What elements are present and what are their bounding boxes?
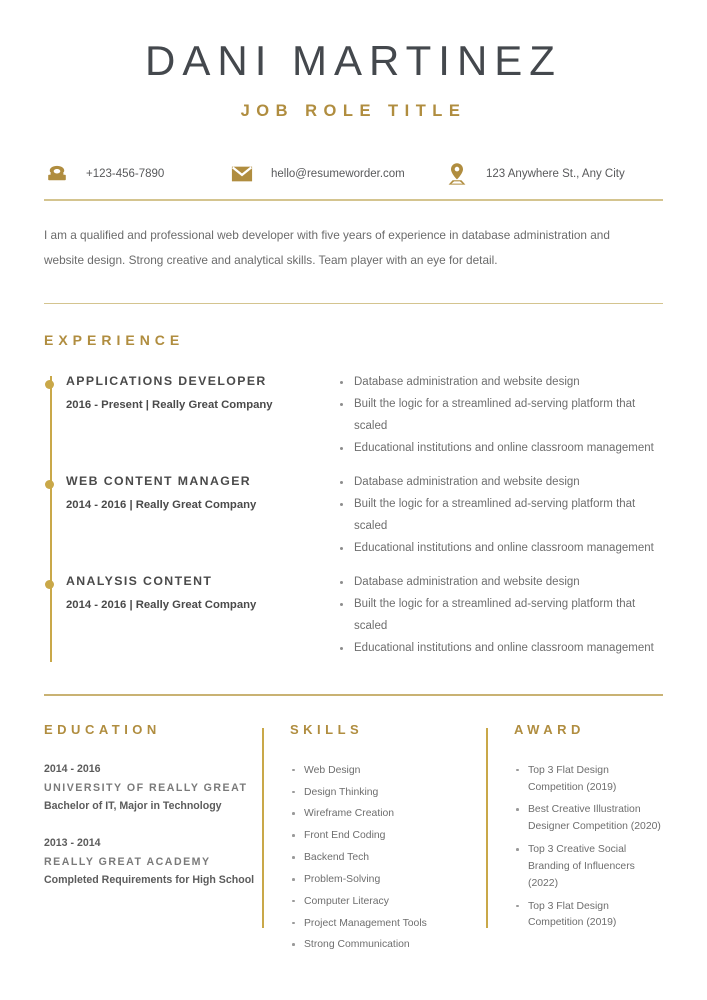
- experience-entry-right: Database administration and website desi…: [338, 572, 663, 672]
- experience-entry-right: Database administration and website desi…: [338, 472, 663, 572]
- list-item: Educational institutions and online clas…: [338, 638, 663, 659]
- list-item: Top 3 Flat Design Competition (2019): [514, 899, 663, 933]
- award-section: AWARD Top 3 Flat Design Competition (201…: [486, 722, 663, 960]
- experience-heading: EXPERIENCE: [44, 332, 185, 349]
- education-school: REALLY GREAT ACADEMY: [44, 855, 211, 868]
- experience-bullets: Database administration and website desi…: [338, 472, 663, 559]
- education-section: EDUCATION 2014 - 2016 UNIVERSITY OF REAL…: [44, 722, 262, 960]
- divider-under-summary: [44, 302, 663, 305]
- list-item: Database administration and website desi…: [338, 372, 663, 393]
- education-dates: 2013 - 2014: [44, 836, 101, 849]
- list-item: Backend Tech: [290, 850, 486, 867]
- skills-section: SKILLS Web Design Design Thinking Wirefr…: [262, 722, 486, 960]
- list-item: Front End Coding: [290, 828, 486, 845]
- list-item: Web Design: [290, 763, 486, 780]
- phone-icon: [44, 161, 70, 187]
- list-item: Educational institutions and online clas…: [338, 538, 663, 559]
- timeline-dot: [45, 380, 54, 390]
- column-divider: [486, 727, 488, 928]
- resume-header: DANI MARTINEZ JOB ROLE TITLE: [44, 0, 663, 121]
- education-degree: Bachelor of IT, Major in Technology: [44, 799, 222, 812]
- job-role-title: JOB ROLE TITLE: [240, 102, 467, 121]
- education-dates: 2014 - 2016: [44, 762, 101, 775]
- experience-meta: 2014 - 2016 | Really Great Company: [66, 599, 257, 612]
- column-divider: [262, 727, 264, 928]
- list-item: Wireframe Creation: [290, 806, 486, 823]
- contact-email[interactable]: hello@resumeworder.com: [229, 161, 444, 187]
- experience-bullets: Database administration and website desi…: [338, 572, 663, 659]
- location-pin-icon: [444, 161, 470, 187]
- list-item: Built the logic for a streamlined ad-ser…: [338, 594, 663, 637]
- bottom-columns: EDUCATION 2014 - 2016 UNIVERSITY OF REAL…: [44, 722, 663, 960]
- experience-entry-right: Database administration and website desi…: [338, 372, 663, 472]
- timeline-dot: [45, 480, 54, 490]
- skills-heading: SKILLS: [290, 721, 364, 737]
- list-item: Top 3 Creative Social Branding of Influe…: [514, 842, 663, 893]
- list-item: Built the logic for a streamlined ad-ser…: [338, 494, 663, 537]
- experience-timeline: APPLICATIONS DEVELOPER 2016 - Present | …: [44, 372, 663, 672]
- list-item: Database administration and website desi…: [338, 472, 663, 493]
- award-heading: AWARD: [514, 721, 585, 737]
- list-item: Built the logic for a streamlined ad-ser…: [338, 394, 663, 437]
- skills-list: Web Design Design Thinking Wireframe Cre…: [290, 763, 486, 955]
- list-item: Design Thinking: [290, 785, 486, 802]
- experience-entry: ANALYSIS CONTENT 2014 - 2016 | Really Gr…: [45, 572, 663, 672]
- award-list: Top 3 Flat Design Competition (2019) Bes…: [514, 763, 663, 933]
- list-item: Project Management Tools: [290, 916, 486, 933]
- list-item: Computer Literacy: [290, 894, 486, 911]
- resume-page: DANI MARTINEZ JOB ROLE TITLE +123-456-78…: [0, 0, 707, 1000]
- contact-row: +123-456-7890 hello@resumeworder.com 123…: [44, 161, 663, 199]
- education-heading: EDUCATION: [44, 721, 161, 737]
- list-item: Strong Communication: [290, 937, 486, 954]
- envelope-icon: [229, 161, 255, 187]
- contact-phone[interactable]: +123-456-7890: [44, 161, 229, 187]
- education-entry: 2014 - 2016 UNIVERSITY OF REALLY GREAT B…: [44, 763, 262, 815]
- timeline-line: [50, 376, 52, 663]
- list-item: Educational institutions and online clas…: [338, 438, 663, 459]
- list-item: Best Creative Illustration Designer Comp…: [514, 802, 663, 836]
- experience-role: WEB CONTENT MANAGER: [66, 474, 252, 489]
- experience-bullets: Database administration and website desi…: [338, 372, 663, 459]
- experience-meta: 2014 - 2016 | Really Great Company: [66, 499, 257, 512]
- experience-entry-left: APPLICATIONS DEVELOPER 2016 - Present | …: [66, 372, 338, 472]
- experience-entry-left: WEB CONTENT MANAGER 2014 - 2016 | Really…: [66, 472, 338, 572]
- education-entry: 2013 - 2014 REALLY GREAT ACADEMY Complet…: [44, 837, 262, 889]
- candidate-name: DANI MARTINEZ: [145, 37, 562, 84]
- experience-entry-left: ANALYSIS CONTENT 2014 - 2016 | Really Gr…: [66, 572, 338, 672]
- timeline-dot: [45, 580, 54, 590]
- divider-above-bottom-sections: [44, 694, 663, 696]
- education-degree: Completed Requirements for High School: [44, 873, 255, 886]
- experience-entry: WEB CONTENT MANAGER 2014 - 2016 | Really…: [45, 472, 663, 572]
- experience-meta: 2016 - Present | Really Great Company: [66, 399, 273, 412]
- list-item: Database administration and website desi…: [338, 572, 663, 593]
- divider-under-contact: [44, 199, 663, 202]
- list-item: Top 3 Flat Design Competition (2019): [514, 763, 663, 797]
- experience-role: ANALYSIS CONTENT: [66, 574, 213, 589]
- profile-summary: I am a qualified and professional web de…: [44, 228, 610, 267]
- address-text: 123 Anywhere St., Any City: [486, 168, 625, 181]
- email-text: hello@resumeworder.com: [271, 168, 405, 181]
- education-school: UNIVERSITY OF REALLY GREAT: [44, 781, 248, 794]
- experience-role: APPLICATIONS DEVELOPER: [66, 374, 267, 389]
- experience-entry: APPLICATIONS DEVELOPER 2016 - Present | …: [45, 372, 663, 472]
- contact-address[interactable]: 123 Anywhere St., Any City: [444, 161, 663, 187]
- phone-text: +123-456-7890: [86, 168, 165, 181]
- list-item: Problem-Solving: [290, 872, 486, 889]
